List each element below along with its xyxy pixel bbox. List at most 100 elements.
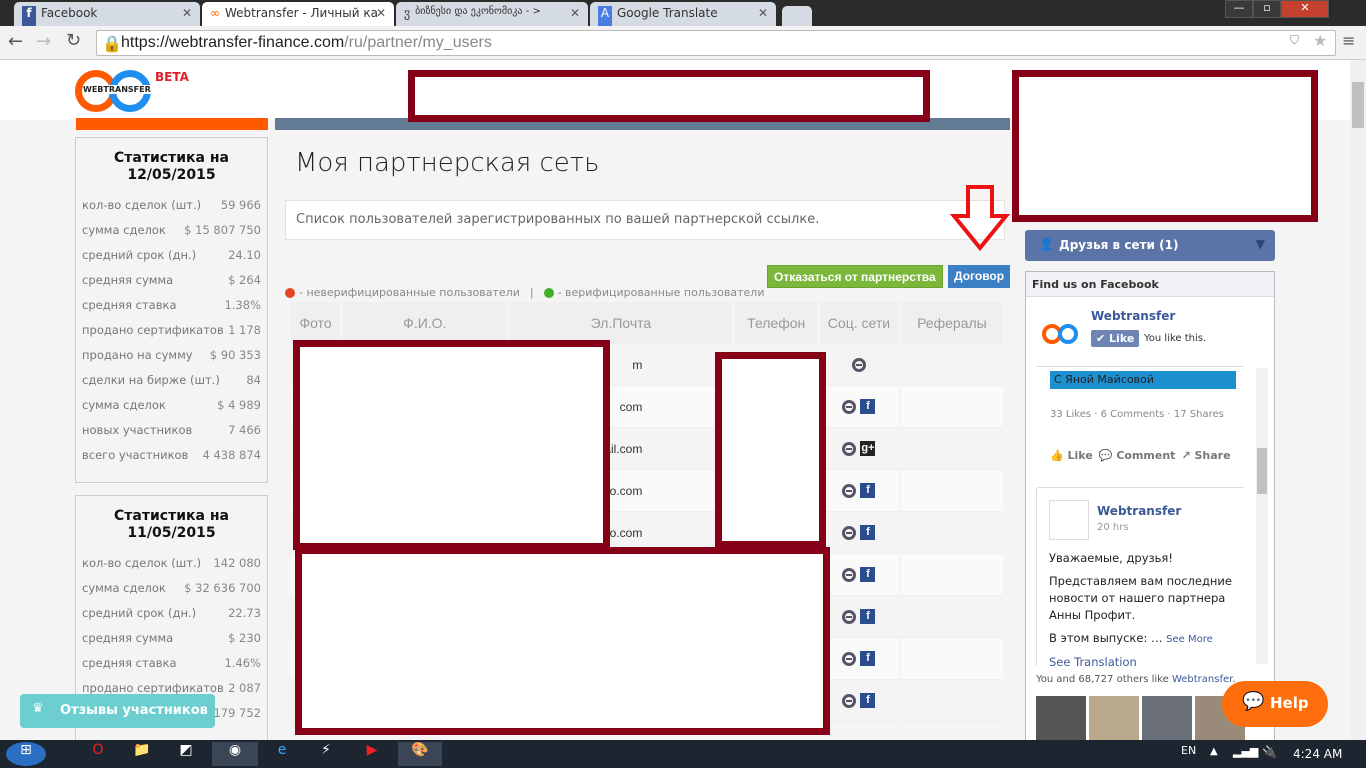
clock[interactable]: 4:24 AM <box>1293 747 1342 761</box>
post-author-link[interactable]: Webtransfer <box>1097 504 1181 518</box>
column-header[interactable]: Фото <box>291 302 341 344</box>
star-icon[interactable]: ★ <box>1313 31 1327 50</box>
menu-button[interactable] <box>76 118 268 130</box>
shield-icon[interactable]: ⛉ <box>1290 33 1299 48</box>
stat-value: $ 4 989 <box>217 398 261 412</box>
stat-row: средняя ставка 1.38% <box>76 298 267 323</box>
avatar[interactable] <box>1142 696 1192 742</box>
help-button[interactable]: 💬 Help <box>1222 681 1328 727</box>
chrome-icon[interactable]: ◉ <box>212 742 258 766</box>
odnoklassniki-icon[interactable] <box>842 399 857 414</box>
share-action[interactable]: ↗ Share <box>1181 449 1230 462</box>
reload-icon[interactable]: ↻ <box>66 30 81 51</box>
contract-button[interactable]: Договор <box>948 265 1011 288</box>
redaction-box <box>408 70 930 122</box>
facebook-icon[interactable]: f <box>860 483 876 499</box>
stat-label: сделки на бирже (шт.) <box>82 373 220 387</box>
paint-icon[interactable]: 🎨 <box>398 742 442 766</box>
menu-icon[interactable]: ≡ <box>1342 31 1355 50</box>
fb-page-link[interactable]: Webtransfer <box>1091 309 1175 323</box>
see-translation-link[interactable]: See Translation <box>1049 654 1241 666</box>
like-action[interactable]: 👍 Like <box>1050 449 1093 462</box>
tab-facebook[interactable]: f Facebook ✕ <box>14 2 200 26</box>
cancel-partnership-button[interactable]: Отказаться от партнерства <box>767 265 943 288</box>
avatar[interactable] <box>1089 696 1139 742</box>
minimize-button[interactable]: — <box>1225 0 1253 18</box>
social-cell: g+ <box>820 428 898 470</box>
stat-row: средняя ставка 1.46% <box>76 656 267 681</box>
social-cell: f <box>820 638 898 680</box>
power-icon[interactable]: 🔌 <box>1262 745 1277 759</box>
facebook-icon[interactable]: f <box>860 609 876 625</box>
see-more-link[interactable]: See More <box>1166 634 1213 645</box>
back-icon[interactable]: ← <box>8 31 23 52</box>
tab-google-translate[interactable]: A Google Translate ✕ <box>590 2 776 26</box>
fan-avatars <box>1036 696 1245 742</box>
ie-icon[interactable]: e <box>262 742 302 766</box>
webtransfer-logo[interactable]: WEBTRANSFER <box>75 70 151 112</box>
column-header[interactable]: Рефералы <box>900 302 1003 344</box>
facebook-icon[interactable]: f <box>860 525 876 541</box>
close-icon[interactable]: ✕ <box>182 6 192 20</box>
friends-online-button[interactable]: 👤 Друзья в сети (1) ▼ <box>1025 230 1275 261</box>
odnoklassniki-icon[interactable] <box>842 609 857 624</box>
stats-panel-today: Статистика на 12/05/2015 кол-во сделок (ш… <box>75 137 268 483</box>
stat-row: средний срок (дн.) 24.10 <box>76 248 267 273</box>
lightning-icon[interactable]: ⚡ <box>306 742 346 766</box>
redaction-box <box>715 352 826 548</box>
stat-row: сумма сделок $ 4 989 <box>76 398 267 423</box>
fb-page-link[interactable]: Webtransfer. <box>1172 674 1236 685</box>
fb-like-button[interactable]: ✔ Like <box>1091 330 1140 347</box>
fb-feed[interactable]: С Яной Майсовой 33 Likes · 6 Comments · … <box>1036 366 1244 666</box>
close-icon[interactable]: ✕ <box>570 6 580 20</box>
odnoklassniki-icon[interactable] <box>842 651 857 666</box>
stat-value: 24.10 <box>228 248 261 262</box>
webtransfer-logo <box>1040 314 1080 354</box>
column-header[interactable]: Эл.Почта <box>509 302 733 344</box>
app-icon[interactable]: ◩ <box>166 742 206 766</box>
social-cell: f <box>820 680 898 722</box>
column-header[interactable]: Ф.И.О. <box>343 302 507 344</box>
google-plus-icon[interactable]: g+ <box>860 441 876 457</box>
odnoklassniki-icon[interactable] <box>842 483 857 498</box>
close-icon[interactable]: ✕ <box>376 6 386 20</box>
odnoklassniki-icon[interactable] <box>842 567 857 582</box>
start-button[interactable]: ⊞ <box>6 742 46 766</box>
column-header[interactable]: Соц. сети <box>820 302 898 344</box>
comment-action[interactable]: 💬 Comment <box>1099 449 1176 462</box>
facebook-icon[interactable]: f <box>860 399 876 415</box>
redaction-box <box>1012 70 1318 222</box>
facebook-icon[interactable]: f <box>860 651 876 667</box>
column-header[interactable]: Телефон <box>735 302 818 344</box>
close-window-button[interactable]: ✕ <box>1281 0 1329 18</box>
odnoklassniki-icon[interactable] <box>842 525 857 540</box>
tab-georgian[interactable]: ჳ ბიზნესი და ეკონომიკა - > ✕ <box>396 2 588 26</box>
youtube-icon[interactable]: ▶ <box>352 742 392 766</box>
odnoklassniki-icon[interactable] <box>842 441 857 456</box>
forward-icon[interactable]: → <box>36 31 51 52</box>
maximize-button[interactable]: ▫ <box>1253 0 1281 18</box>
stat-row: средний срок (дн.) 22.73 <box>76 606 267 631</box>
tab-webtransfer[interactable]: ∞ Webtransfer - Личный ка ✕ <box>202 2 394 26</box>
fb-feed-scrollbar[interactable] <box>1256 368 1268 664</box>
language-indicator[interactable]: EN <box>1181 744 1196 757</box>
reviews-button[interactable]: ♛ Отзывы участников <box>20 694 215 728</box>
stats-title: Статистика на <box>114 508 229 524</box>
url-input[interactable]: 🔒 https://webtransfer-finance.com/ru/part… <box>96 30 1336 56</box>
facebook-icon[interactable]: f <box>860 693 876 709</box>
odnoklassniki-icon[interactable] <box>842 693 857 708</box>
new-tab-button[interactable] <box>782 6 812 26</box>
social-cell: f <box>820 386 898 428</box>
explorer-icon[interactable]: 📁 <box>122 742 162 766</box>
referrals-cell <box>900 680 1003 722</box>
close-icon[interactable]: ✕ <box>758 6 768 20</box>
opera-icon[interactable]: O <box>78 742 118 766</box>
facebook-icon[interactable]: f <box>860 567 876 583</box>
avatar[interactable] <box>1036 696 1086 742</box>
stat-value: 2 087 <box>228 681 261 695</box>
odnoklassniki-icon[interactable] <box>851 357 866 372</box>
page-scrollbar[interactable] <box>1350 60 1366 740</box>
network-icon[interactable]: ▂▄▆ <box>1233 745 1258 758</box>
tray-arrow-icon[interactable]: ▲ <box>1210 746 1218 757</box>
browser-tab-bar: f Facebook ✕ ∞ Webtransfer - Личный ка ✕ ჳ ბი… <box>0 0 1366 26</box>
